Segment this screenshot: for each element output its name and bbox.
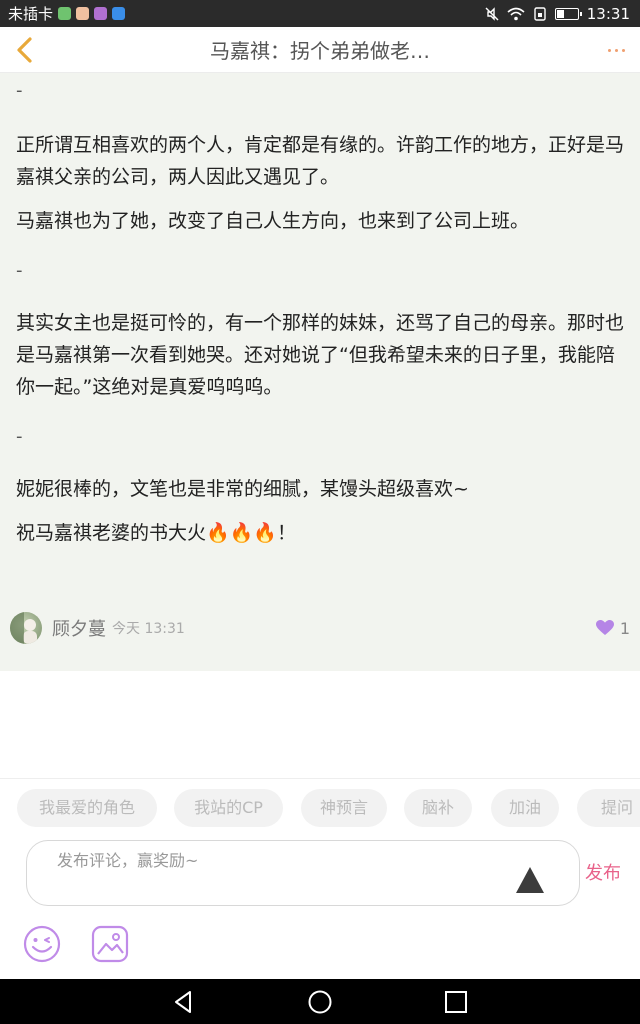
comment-input[interactable] (57, 849, 477, 871)
image-button[interactable] (90, 924, 130, 964)
more-dots-icon (607, 48, 611, 52)
article-content: - 正所谓互相喜欢的两个人，肯定都是有缘的。许韵工作的地方，正好是马嘉祺父亲的公… (0, 73, 640, 671)
more-button[interactable] (602, 37, 630, 63)
emoji-icon (23, 925, 61, 963)
notification-icon-1 (58, 7, 72, 20)
emoji-button[interactable] (22, 924, 62, 964)
tag-chip[interactable]: 我最爱的角色 (17, 789, 157, 827)
avatar-image (10, 612, 37, 644)
status-bar: 未插卡 13:31 (0, 0, 640, 27)
like-count: 1 (619, 618, 630, 638)
battery-fill (556, 9, 564, 18)
clock: 13:31 (586, 4, 630, 23)
quick-tags: 我最爱的角色 我站的CP 神预言 脑补 加油 提问 (0, 778, 640, 836)
separator: - (16, 426, 23, 447)
page: 未插卡 13:31 马嘉祺：拐个弟弟做老… - 正所谓互相喜欢的两个人，肯定都是… (0, 0, 640, 1024)
heart-icon (595, 620, 614, 635)
tag-chip[interactable]: 脑补 (404, 789, 472, 827)
sim-icon (534, 6, 546, 21)
battery-icon (554, 7, 582, 20)
image-icon (91, 925, 129, 963)
author-row: 顾夕蔓 今天 13:31 1 (10, 611, 630, 645)
separator: - (16, 80, 23, 101)
avatar[interactable] (10, 612, 42, 644)
status-left: 未插卡 (8, 3, 126, 24)
notification-icon-3 (94, 7, 108, 20)
home-circle-icon[interactable] (305, 987, 335, 1017)
carrier-label: 未插卡 (8, 5, 54, 23)
paragraph: 马嘉祺也为了她，改变了自己人生方向，也来到了公司上班。 (16, 210, 530, 232)
comment-box (26, 840, 580, 906)
tag-chip[interactable]: 加油 (491, 789, 559, 827)
post-time: 今天 13:31 (112, 621, 185, 637)
back-triangle-icon[interactable] (168, 987, 198, 1017)
tag-chip[interactable]: 神预言 (301, 789, 387, 827)
notification-icon-2 (76, 7, 90, 20)
system-nav-bar (0, 979, 640, 1024)
separator: - (16, 260, 23, 281)
more-dot (614, 48, 618, 52)
tag-chip[interactable]: 提问 (577, 789, 640, 827)
top-bar: 马嘉祺：拐个弟弟做老… (0, 27, 640, 73)
mute-icon (485, 6, 499, 21)
tag-chip[interactable]: 我站的CP (174, 789, 283, 827)
status-right: 13:31 (485, 5, 630, 23)
chevron-left-icon (17, 37, 32, 63)
wifi-icon (507, 7, 525, 20)
back-button[interactable] (10, 35, 40, 65)
paragraph: 祝马嘉祺老婆的书大火🔥🔥🔥！ (16, 522, 296, 544)
notification-icon-4 (112, 7, 126, 20)
author-name[interactable]: 顾夕蔓 (52, 615, 106, 641)
recents-square-icon[interactable] (441, 987, 471, 1017)
triangle-up-icon[interactable] (516, 867, 544, 893)
publish-button[interactable]: 发布 (585, 862, 629, 886)
paragraph: 正所谓互相喜欢的两个人，肯定都是有缘的。许韵工作的地方，正好是马嘉祺父亲的公司，… (16, 134, 625, 188)
like-button[interactable]: 1 (595, 618, 630, 638)
page-title: 马嘉祺：拐个弟弟做老… (210, 39, 430, 63)
paragraph: 其实女主也是挺可怜的，有一个那样的妹妹，还骂了自己的母亲。那时也是马嘉祺第一次看… (16, 312, 625, 398)
more-dot (621, 48, 625, 52)
paragraph: 妮妮很棒的，文笔也是非常的细腻，某馒头超级喜欢~ (16, 478, 469, 500)
